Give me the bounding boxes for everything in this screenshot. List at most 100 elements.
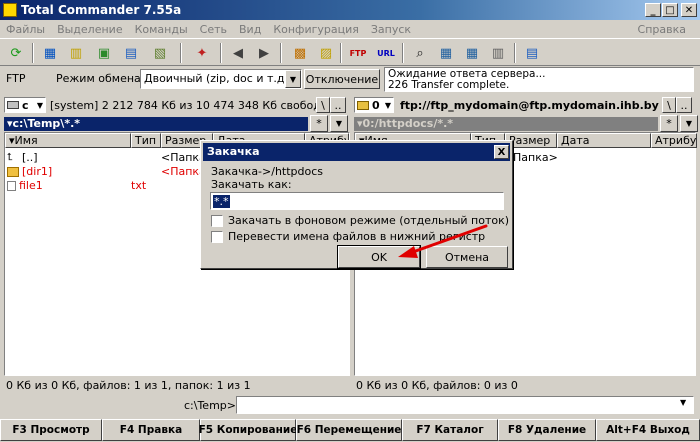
dialog-close-button[interactable]: X xyxy=(494,145,509,159)
pack-icon[interactable]: ▩ xyxy=(290,43,310,63)
file-name: file1 xyxy=(19,179,43,192)
toolbar-separator xyxy=(402,43,404,63)
command-line-input[interactable] xyxy=(236,396,694,414)
f6-move-button[interactable]: F6 Перемещение xyxy=(296,419,402,441)
chevron-down-icon[interactable]: ▼ xyxy=(330,115,348,132)
menu-selection[interactable]: Выделение xyxy=(51,23,129,36)
f8-delete-button[interactable]: F8 Удаление xyxy=(498,419,596,441)
f5-copy-button[interactable]: F5 Копирование xyxy=(199,419,297,441)
right-drive-info: ftp://ftp_mydomain@ftp.mydomain.ihb.by xyxy=(400,98,659,112)
menu-configuration[interactable]: Конфигурация xyxy=(267,23,365,36)
f3-view-button[interactable]: F3 Просмотр xyxy=(0,419,102,441)
close-button[interactable]: ✕ xyxy=(681,3,697,17)
network-drive-icon xyxy=(357,100,369,110)
binoculars-icon[interactable]: ⌕ xyxy=(410,43,430,63)
upload-as-input[interactable]: *.* xyxy=(210,192,504,210)
toolbar-separator xyxy=(32,43,34,63)
transfer-mode-label: Режим обмена xyxy=(56,72,141,85)
history-button[interactable]: * xyxy=(660,115,678,132)
tree-view-icon[interactable]: ▤ xyxy=(121,43,141,63)
menu-help[interactable]: Справка xyxy=(632,23,692,36)
history-button[interactable]: * xyxy=(310,115,328,132)
thumbnail-view-icon[interactable]: ▣ xyxy=(94,43,114,63)
f4-edit-button[interactable]: F4 Правка xyxy=(102,419,200,441)
toolbar-separator xyxy=(180,43,182,63)
right-drive-bar: 0 ▼ ftp://ftp_mydomain@ftp.mydomain.ihb.… xyxy=(354,96,696,114)
checkbox-box[interactable] xyxy=(211,231,223,243)
toolbar-separator xyxy=(220,43,222,63)
up-dir-icon: ⮤ xyxy=(7,152,13,163)
notepad-icon[interactable]: ▤ xyxy=(522,43,542,63)
chevron-down-icon[interactable]: ▼ xyxy=(680,115,698,132)
refresh-icon[interactable]: ⟳ xyxy=(6,43,26,63)
brief-view-icon[interactable]: ▦ xyxy=(40,43,60,63)
dialog-upload-as-label: Закачать как: xyxy=(211,178,292,191)
alt-f4-exit-button[interactable]: Alt+F4 Выход xyxy=(596,419,700,441)
toolbar-separator xyxy=(340,43,342,63)
forward-arrow-icon[interactable]: ▶ xyxy=(254,43,274,63)
dialog-target-label: Закачка->/httpdocs xyxy=(211,165,324,178)
unpack-icon[interactable]: ▨ xyxy=(316,43,336,63)
toolbar-separator xyxy=(514,43,516,63)
left-path-bar[interactable]: ▾c:\Temp\*.* xyxy=(4,117,308,131)
right-drive-letter: 0 xyxy=(372,98,380,112)
status-bar: 0 Кб из 0 Кб, файлов: 1 из 1, папок: 1 и… xyxy=(0,378,700,393)
left-path: c:\Temp\*.* xyxy=(12,117,81,130)
chevron-down-icon[interactable]: ▼ xyxy=(285,70,301,88)
right-status: 0 Кб из 0 Кб, файлов: 0 из 0 xyxy=(356,379,518,392)
root-dir-button[interactable]: \ xyxy=(316,97,330,113)
column-header-name[interactable]: ▾Имя xyxy=(5,133,131,148)
column-label: Имя xyxy=(14,134,38,147)
left-drive-letter: c xyxy=(22,98,29,112)
root-dir-button[interactable]: \ xyxy=(662,97,676,113)
parent-dir-button[interactable]: .. xyxy=(330,97,346,113)
file-size: Папка> xyxy=(513,151,558,164)
app-icon xyxy=(3,3,17,17)
disconnect-button[interactable]: Отключение xyxy=(304,69,380,89)
transfer-mode-value: Двоичный (zip, doc и т.д.) xyxy=(144,72,293,85)
text-file-icon xyxy=(7,181,16,191)
ftp-bar: FTP Режим обмена Двоичный (zip, doc и т.… xyxy=(0,66,700,94)
compare-icon[interactable]: ▥ xyxy=(488,43,508,63)
ftp-label: FTP xyxy=(6,72,26,85)
full-view-icon[interactable]: ▥ xyxy=(66,43,86,63)
menu-commands[interactable]: Команды xyxy=(129,23,194,36)
multi-rename-icon[interactable]: ▦ xyxy=(436,43,456,63)
right-path-bar[interactable]: ▾0:/httpdocs/*.* xyxy=(354,117,658,131)
hard-drive-icon xyxy=(7,101,19,109)
window-title: Total Commander 7.55a xyxy=(21,3,182,17)
right-drive-select[interactable]: 0 ▼ xyxy=(354,97,394,113)
menu-start[interactable]: Запуск xyxy=(365,23,417,36)
wand-icon[interactable]: ✦ xyxy=(192,43,212,63)
folder-icon xyxy=(7,167,19,177)
toolbar: ⟳ ▦ ▥ ▣ ▤ ▧ ✦ ◀ ▶ ▩ ▨ FTP URL ⌕ ▦ ▦ ▥ ▤ xyxy=(0,38,700,66)
menu-network[interactable]: Сеть xyxy=(194,23,233,36)
maximize-button[interactable]: □ xyxy=(662,3,678,17)
minimize-button[interactable]: _ xyxy=(645,3,661,17)
command-line-bar: c:\Temp> ▼ xyxy=(0,395,700,415)
ftp-log-line: 226 Transfer complete. xyxy=(388,79,510,91)
toolbar-separator xyxy=(280,43,282,63)
ftp-connect-icon[interactable]: FTP xyxy=(348,43,368,63)
chevron-down-icon[interactable]: ▼ xyxy=(680,398,686,407)
command-line-path: c:\Temp> xyxy=(184,399,236,412)
parent-dir-button[interactable]: .. xyxy=(676,97,692,113)
column-header-attr[interactable]: Атрибут xyxy=(651,133,697,148)
ftp-log: Ожидание ответа сервера... 226 Transfer … xyxy=(384,67,694,92)
menu-view[interactable]: Вид xyxy=(233,23,267,36)
chevron-down-icon: ▼ xyxy=(36,100,43,110)
column-header-type[interactable]: Тип xyxy=(131,133,161,148)
transfer-mode-select[interactable]: Двоичный (zip, doc и т.д.) ▼ xyxy=(140,69,302,89)
select-files-icon[interactable]: ▧ xyxy=(150,43,170,63)
dialog-title: Закачка xyxy=(203,143,510,161)
url-connect-icon[interactable]: URL xyxy=(376,43,396,63)
back-arrow-icon[interactable]: ◀ xyxy=(228,43,248,63)
checkbox-box[interactable] xyxy=(211,215,223,227)
file-type: txt xyxy=(131,179,147,192)
column-header-date[interactable]: Дата xyxy=(557,133,651,148)
sync-dirs-icon[interactable]: ▦ xyxy=(462,43,482,63)
left-drive-select[interactable]: c ▼ xyxy=(4,97,46,113)
file-name: [..] xyxy=(22,151,38,164)
f7-mkdir-button[interactable]: F7 Каталог xyxy=(402,419,498,441)
menu-files[interactable]: Файлы xyxy=(0,23,51,36)
